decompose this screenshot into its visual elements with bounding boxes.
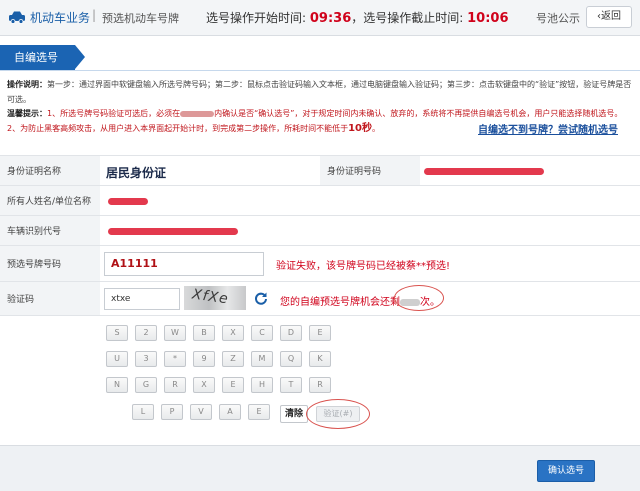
tips-text-1: 1、所选号牌号码验证可选后，必须在 [47,109,181,118]
car-icon [9,11,25,24]
random-select-link[interactable]: 自编选不到号牌？尝试随机选号 [478,121,618,136]
pool-notice-link[interactable]: 号池公示 [536,10,580,26]
tips-title: 温馨提示： [7,109,47,118]
top-bar: 机动车业务 | 预选机动车号牌 选号操作开始时间: 09:36，选号操作截止时间… [0,0,640,36]
owner-label: 所有人姓名/单位名称 [0,186,100,215]
back-label: 返回 [601,11,621,22]
keypad-key[interactable]: R [309,377,331,393]
row-plate: 预选号牌号码 A11111 验证失败，该号牌号码已经被蔡**预选! [0,245,640,281]
row-vin: 车辆识别代号 [0,215,640,245]
id-type-label: 身份证明名称 [0,156,100,185]
id-number-redacted [424,168,544,175]
soft-keypad: S 2 W B X C D E U 3 * 9 Z M Q K N G R X E H T R L P V A E 清除 验证(#) [0,315,640,437]
keypad-key[interactable]: E [222,377,244,393]
confirm-select-button[interactable]: 确认选号 [537,460,595,482]
keypad-key[interactable]: L [132,404,154,420]
remaining-text: 您的自编预选号牌机会还剩 [280,297,400,308]
keypad-key[interactable]: N [106,377,128,393]
keypad-key[interactable]: W [164,325,186,341]
keypad-key[interactable]: 3 [135,351,157,367]
row-id-type: 身份证明名称 居民身份证 身份证明号码 [0,155,640,185]
keypad-key[interactable]: M [251,351,273,367]
keypad-key[interactable]: C [251,325,273,341]
keypad-key[interactable]: * [164,351,186,367]
instructions-text: 第一步：通过界面中软键盘输入所选号牌号码；第二步：鼠标点击验证码输入文本框，通过… [7,80,632,104]
captcha-input[interactable]: xtxe [104,288,180,310]
instructions-title: 操作说明： [7,80,47,89]
keypad-key[interactable]: Q [280,351,302,367]
start-time: 09:36 [309,11,352,26]
captcha-text: XfXe [191,286,230,308]
highlight-circle [394,285,444,311]
plate-number-input[interactable]: A11111 [104,252,264,276]
row-owner: 所有人姓名/单位名称 [0,185,640,215]
highlight-circle [306,399,370,429]
clear-button[interactable]: 清除 [280,405,308,423]
keypad-key[interactable]: Z [222,351,244,367]
keypad-key[interactable]: H [251,377,273,393]
keypad-key[interactable]: X [222,325,244,341]
captcha-label: 验证码 [0,282,100,315]
tips-end: 。 [372,124,381,133]
refresh-icon[interactable] [254,291,268,305]
ribbon-divider [0,70,640,71]
keypad-key[interactable]: D [280,325,302,341]
tips-redacted [180,110,215,117]
end-time-label: ，选号操作截止时间: [351,11,468,25]
owner-redacted [108,198,148,205]
keypad-key[interactable]: U [106,351,128,367]
row-captcha: 验证码 xtxe XfXe 您的自编预选号牌机会还剩 次。 [0,281,640,315]
breadcrumb-separator: | [92,8,97,22]
keypad-key[interactable]: 9 [193,351,215,367]
breadcrumb-current: 预选机动车号牌 [102,12,179,25]
keypad-key[interactable]: E [309,325,331,341]
plate-label: 预选号牌号码 [0,246,100,281]
keypad-key[interactable]: E [248,404,270,420]
id-type-value: 居民身份证 [106,166,167,180]
keypad-key[interactable]: T [280,377,302,393]
keypad-key[interactable]: R [164,377,186,393]
keypad-key[interactable]: G [135,377,157,393]
end-time: 10:06 [467,11,509,26]
keypad-key[interactable]: A [219,404,241,420]
keypad-key[interactable]: S [106,325,128,341]
keypad-key[interactable]: B [193,325,215,341]
keypad-key[interactable]: X [193,377,215,393]
selection-timeline: 选号操作开始时间: 09:36，选号操作截止时间: 10:06 [206,9,509,26]
instructions: 操作说明：第一步：通过界面中软键盘输入所选号牌号码；第二步：鼠标点击验证码输入文… [7,77,633,107]
keypad-key[interactable]: 2 [135,325,157,341]
start-time-label: 选号操作开始时间: [206,11,310,25]
keypad-key[interactable]: K [309,351,331,367]
tab-self-select[interactable]: 自编选号 [0,45,85,70]
keypad-key[interactable]: P [161,404,183,420]
back-button[interactable]: ‹返回 [586,6,632,28]
footer: 确认选号 [0,445,640,491]
tips-min-seconds: 10秒 [348,123,373,134]
business-title[interactable]: 机动车业务 [30,9,90,26]
captcha-image[interactable]: XfXe [184,286,246,310]
vin-redacted [108,228,238,235]
id-number-label: 身份证明号码 [320,156,420,185]
keypad-key[interactable]: V [190,404,212,420]
verify-fail-message: 验证失败，该号牌号码已经被蔡**预选! [276,261,451,272]
vin-label: 车辆识别代号 [0,216,100,245]
